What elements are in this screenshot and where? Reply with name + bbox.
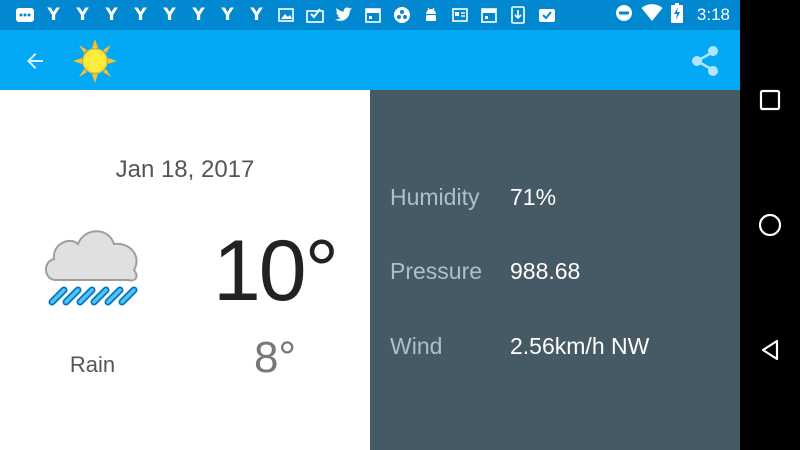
- home-icon: [758, 213, 782, 237]
- calendar-icon: [474, 0, 503, 30]
- pressure-label: Pressure: [390, 257, 483, 284]
- nav-back-button[interactable]: [750, 330, 790, 370]
- nav-back-icon: [761, 339, 779, 361]
- dots-icon: [387, 0, 416, 30]
- humidity-label: Humidity: [390, 183, 480, 210]
- home-button[interactable]: [750, 205, 790, 245]
- system-icons: 3:18: [615, 2, 740, 28]
- wifi-icon: [641, 3, 663, 27]
- low-temperature: 8°: [253, 333, 297, 382]
- status-time: 3:18: [696, 5, 730, 24]
- y-icon: Y: [221, 5, 234, 25]
- weather-details-panel: Humidity 71% Pressure 988.68 Wind 2.56km…: [370, 90, 740, 450]
- status-bar: Y Y Y Y Y Y Y Y 3:18: [0, 0, 740, 30]
- notification-icons: Y Y Y Y Y Y Y Y: [0, 0, 561, 30]
- high-temperature: 10°: [212, 223, 339, 319]
- y-icon: Y: [76, 5, 89, 25]
- forecast-date: Jan 18, 2017: [115, 156, 255, 183]
- sun-icon: [73, 39, 117, 83]
- check-mail-icon: [300, 0, 329, 30]
- dnd-icon: [615, 4, 633, 27]
- wind-row: Wind 2.56km/h NW: [390, 326, 740, 366]
- humidity-value: 71%: [510, 183, 557, 210]
- rain-cloud-icon: [45, 230, 138, 306]
- recents-button[interactable]: [750, 80, 790, 120]
- share-icon: [692, 46, 718, 76]
- image-icon: [271, 0, 300, 30]
- arrow-back-icon: [27, 53, 43, 69]
- task-icon: [532, 0, 561, 30]
- notification-icon: [10, 0, 39, 30]
- download-icon: [503, 0, 532, 30]
- newspaper-icon: [445, 0, 474, 30]
- weather-summary-panel: Jan 18, 2017 Rain 10° 8°: [0, 90, 370, 450]
- humidity-row: Humidity 71%: [390, 177, 740, 217]
- wind-value: 2.56km/h NW: [510, 332, 650, 359]
- app-bar: [0, 30, 740, 90]
- calendar-icon: [358, 0, 387, 30]
- recents-icon: [759, 89, 781, 111]
- pressure-value: 988.68: [510, 257, 581, 284]
- twitter-icon: [329, 0, 358, 30]
- pressure-row: Pressure 988.68: [390, 251, 740, 291]
- back-button[interactable]: [18, 44, 52, 78]
- android-icon: [416, 0, 445, 30]
- y-icon: Y: [134, 5, 147, 25]
- y-icon: Y: [47, 5, 60, 25]
- y-icon: Y: [163, 5, 176, 25]
- battery-charging-icon: [670, 2, 683, 28]
- y-icon: Y: [250, 5, 263, 25]
- y-icon: Y: [105, 5, 118, 25]
- y-icon: Y: [192, 5, 205, 25]
- wind-label: Wind: [390, 332, 443, 359]
- share-button[interactable]: [686, 42, 724, 80]
- navigation-bar: [740, 0, 800, 450]
- condition-label: Rain: [69, 352, 116, 377]
